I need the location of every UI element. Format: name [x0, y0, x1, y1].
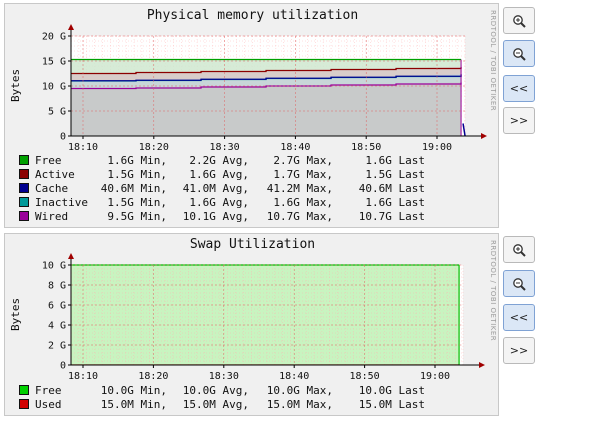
zoom-out-icon — [513, 47, 526, 61]
memory-watermark: RRDTOOL / TOBI OETIKER — [489, 10, 497, 112]
x-tick-label: 18:30 — [210, 142, 240, 153]
legend-avg: 41.0M Avg, — [182, 182, 249, 195]
y-tick-label: 20 G — [42, 32, 66, 43]
area-free — [71, 265, 460, 365]
legend-last: 40.6M Last — [358, 182, 425, 195]
memory-zoom-out-button[interactable] — [503, 40, 535, 67]
legend-last: 1.5G Last — [365, 168, 425, 181]
y-tick-label: 15 G — [42, 57, 66, 68]
x-tick-label: 19:00 — [420, 371, 450, 382]
memory-legend-free: Free 1.6G Min, 2.2G Avg, 2.7G Max, 1.6G Last — [19, 154, 425, 168]
x-tick-label: 18:40 — [280, 142, 310, 153]
legend-name: Free — [35, 154, 62, 167]
legend-swatch — [19, 169, 29, 179]
swap-forward-button[interactable]: >> — [503, 337, 535, 364]
legend-name: Active — [35, 168, 75, 181]
memory-legend-active: Active 1.5G Min, 1.6G Avg, 1.7G Max, 1.5G La… — [19, 168, 425, 182]
legend-avg: 10.0G Avg, — [182, 384, 249, 397]
legend-max: 10.7G Max, — [266, 210, 333, 223]
x-tick-label: 18:20 — [139, 142, 169, 153]
y-axis-arrow — [68, 253, 74, 259]
legend-swatch — [19, 399, 29, 409]
y-tick-label: 10 G — [42, 261, 66, 272]
legend-name: Used — [35, 398, 62, 411]
legend-avg: 10.1G Avg, — [182, 210, 249, 223]
legend-avg: 2.2G Avg, — [189, 154, 249, 167]
swap-watermark: RRDTOOL / TOBI OETIKER — [489, 240, 497, 342]
swap-graph-panel: Swap Utilization 02 G4 G6 G8 G 10 G 18:10 1… — [4, 233, 499, 416]
y-tick-label: 8 G — [48, 281, 66, 292]
legend-name: Cache — [35, 182, 69, 195]
y-tick-label: 0 — [60, 361, 66, 372]
legend-min: 1.6G Min, — [107, 154, 167, 167]
y-axis-arrow — [68, 24, 74, 30]
legend-min: 10.0G Min, — [100, 384, 167, 397]
x-tick-label: 18:50 — [351, 142, 381, 153]
legend-avg: 1.6G Avg, — [189, 168, 249, 181]
legend-max: 1.6G Max, — [273, 196, 333, 209]
memory-y-axis-label: Bytes — [9, 69, 22, 102]
swap-y-axis-label: Bytes — [9, 298, 22, 331]
zoom-in-icon — [513, 243, 526, 257]
x-axis-arrow — [479, 362, 485, 368]
y-tick-label: 2 G — [48, 341, 66, 352]
legend-name: Free — [35, 384, 62, 397]
legend-last: 15.0M Last — [358, 398, 425, 411]
legend-max: 1.7G Max, — [273, 168, 333, 181]
legend-avg: 15.0M Avg, — [182, 398, 249, 411]
swap-zoom-in-button[interactable] — [503, 236, 535, 263]
y-tick-label: 0 — [60, 132, 66, 143]
y-tick-label: 6 G — [48, 301, 66, 312]
x-tick-label: 18:30 — [209, 371, 239, 382]
legend-max: 10.0G Max, — [266, 384, 333, 397]
legend-swatch — [19, 211, 29, 221]
y-tick-label: 5 G — [48, 107, 66, 118]
x-tick-label: 18:40 — [279, 371, 309, 382]
legend-name: Inactive — [35, 196, 88, 209]
memory-graph-panel: Physical memory utilization 05 G 10 G 15 G… — [4, 3, 499, 228]
y-tick-label: 10 G — [42, 82, 66, 93]
legend-swatch — [19, 385, 29, 395]
legend-min: 1.5G Min, — [107, 196, 167, 209]
x-tick-label: 18:10 — [68, 142, 98, 153]
zoom-in-icon — [513, 14, 526, 28]
legend-swatch — [19, 197, 29, 207]
x-tick-label: 18:50 — [350, 371, 380, 382]
legend-min: 40.6M Min, — [100, 182, 167, 195]
swap-zoom-out-button[interactable] — [503, 270, 535, 297]
memory-forward-button[interactable]: >> — [503, 107, 535, 134]
memory-back-button[interactable]: << — [503, 75, 535, 102]
swap-legend-used: Used 15.0M Min, 15.0M Avg, 15.0M Max, 15.0M … — [19, 398, 425, 412]
legend-name: Wired — [35, 210, 69, 223]
legend-max: 2.7G Max, — [273, 154, 333, 167]
legend-min: 1.5G Min, — [107, 168, 167, 181]
memory-legend-cache: Cache 40.6M Min, 41.0M Avg, 41.2M Max, 40.6M… — [19, 182, 425, 196]
y-tick-label: 4 G — [48, 321, 66, 332]
legend-last: 1.6G Last — [365, 154, 425, 167]
memory-zoom-in-button[interactable] — [503, 7, 535, 34]
swap-legend-free: Free 10.0G Min, 10.0G Avg, 10.0G Max, 10.0G … — [19, 384, 425, 398]
legend-min: 9.5G Min, — [107, 210, 167, 223]
memory-legend-wired: Wired 9.5G Min, 10.1G Avg, 10.7G Max, 10.7G … — [19, 210, 425, 224]
area-wired — [71, 82, 462, 136]
legend-max: 15.0M Max, — [266, 398, 333, 411]
legend-min: 15.0M Min, — [100, 398, 167, 411]
legend-max: 41.2M Max, — [266, 182, 333, 195]
x-tick-label: 18:10 — [68, 371, 98, 382]
legend-last: 10.0G Last — [358, 384, 425, 397]
legend-avg: 1.6G Avg, — [189, 196, 249, 209]
memory-legend-inactive: Inactive 1.5G Min, 1.6G Avg, 1.6G Max, 1.6G … — [19, 196, 425, 210]
legend-last: 10.7G Last — [358, 210, 425, 223]
legend-last: 1.6G Last — [365, 196, 425, 209]
x-tick-label: 18:20 — [138, 371, 168, 382]
zoom-out-icon — [513, 277, 526, 291]
legend-swatch — [19, 155, 29, 165]
x-tick-label: 19:00 — [422, 142, 452, 153]
swap-back-button[interactable]: << — [503, 304, 535, 331]
x-axis-arrow — [481, 133, 487, 139]
legend-swatch — [19, 183, 29, 193]
